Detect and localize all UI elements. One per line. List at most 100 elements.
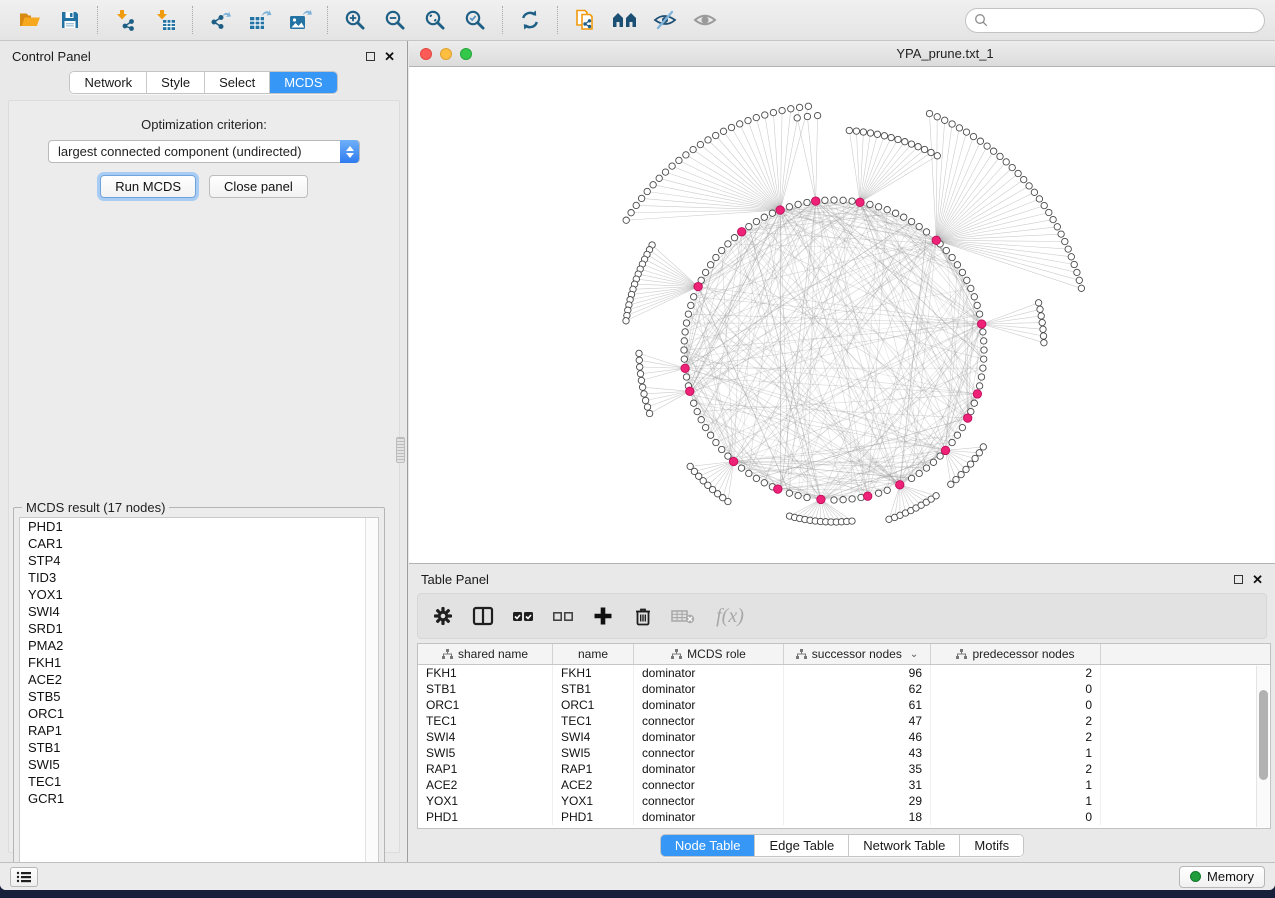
network-node[interactable] [770,109,776,115]
mcds-result-list[interactable]: PHD1CAR1STP4TID3YOX1SWI4SRD1PMA2FKH1ACE2… [19,517,379,873]
network-node[interactable] [1068,254,1074,260]
zoom-fit-icon[interactable] [415,4,455,36]
network-node[interactable] [753,114,759,120]
mcds-result-item[interactable]: PHD1 [20,518,378,535]
tab-style[interactable]: Style [147,72,205,93]
network-node[interactable] [976,450,982,456]
network-node[interactable] [719,247,725,253]
network-node[interactable] [720,128,726,134]
table-row[interactable]: RAP1RAP1dominator352 [418,761,1270,777]
network-node[interactable] [705,137,711,143]
network-node[interactable] [688,302,694,308]
network-node[interactable] [795,201,801,207]
window-maximize-button[interactable] [460,48,472,60]
network-node[interactable] [681,338,687,344]
network-node[interactable] [707,432,713,438]
network-node[interactable] [981,338,987,344]
network-node[interactable] [840,197,846,203]
network-node[interactable] [636,357,642,363]
network-node[interactable] [636,350,642,356]
network-node[interactable] [725,498,731,504]
network-node[interactable] [779,107,785,113]
window-close-button[interactable] [420,48,432,60]
network-node[interactable] [963,129,969,135]
network-node[interactable] [908,218,914,224]
network-node[interactable] [916,223,922,229]
network-hub-node-selected[interactable] [776,206,784,214]
network-node[interactable] [881,133,887,139]
network-node[interactable] [669,163,675,169]
network-node[interactable] [977,138,983,144]
network-hub-node-selected[interactable] [896,481,904,489]
network-hub-node-selected[interactable] [978,320,986,328]
network-node[interactable] [860,129,866,135]
network-node[interactable] [930,459,936,465]
network-node[interactable] [1074,269,1080,275]
network-node[interactable] [953,476,959,482]
network-node[interactable] [628,210,634,216]
network-node[interactable] [786,204,792,210]
network-node[interactable] [942,117,948,123]
export-table-icon[interactable] [240,4,280,36]
network-node[interactable] [1036,196,1042,202]
network-node[interactable] [831,497,837,503]
network-node[interactable] [948,481,954,487]
network-node[interactable] [875,490,881,496]
network-hub-node-selected[interactable] [964,414,972,422]
network-node[interactable] [702,269,708,275]
network-node[interactable] [1065,246,1071,252]
mcds-result-item[interactable]: CAR1 [20,535,378,552]
mcds-result-item[interactable]: RAP1 [20,722,378,739]
network-node[interactable] [676,157,682,163]
network-node[interactable] [949,439,955,445]
network-hub-node-selected[interactable] [681,364,689,372]
network-node[interactable] [1040,333,1046,339]
network-node[interactable] [1035,300,1041,306]
run-mcds-button[interactable]: Run MCDS [100,175,196,198]
network-node[interactable] [1026,183,1032,189]
network-node[interactable] [1054,224,1060,230]
table-row[interactable]: YOX1YOX1connector291 [418,793,1270,809]
mcds-result-item[interactable]: ORC1 [20,705,378,722]
network-node[interactable] [849,518,855,524]
network-node[interactable] [1021,176,1027,182]
export-image-icon[interactable] [280,4,320,36]
network-node[interactable] [976,383,982,389]
network-node[interactable] [707,262,713,268]
mcds-result-item[interactable]: ACE2 [20,671,378,688]
network-node[interactable] [963,466,969,472]
zoom-out-icon[interactable] [375,4,415,36]
network-hub-node-selected[interactable] [738,228,746,236]
network-node[interactable] [638,377,644,383]
network-node[interactable] [981,347,987,353]
network-node[interactable] [934,153,940,159]
network-node[interactable] [1038,313,1044,319]
network-node[interactable] [642,397,648,403]
network-node[interactable] [713,439,719,445]
network-node[interactable] [964,277,970,283]
network-hub-node-selected[interactable] [812,197,820,205]
column-header-MCDS-role[interactable]: MCDS role [634,644,784,664]
tab-motifs[interactable]: Motifs [960,835,1023,856]
network-hub-node-selected[interactable] [694,282,702,290]
network-node[interactable] [814,112,820,118]
network-node[interactable] [650,182,656,188]
table-row[interactable]: ORC1ORC1dominator610 [418,697,1270,713]
network-node[interactable] [831,197,837,203]
network-node[interactable] [874,131,880,137]
network-node[interactable] [682,329,688,335]
network-node[interactable] [1076,277,1082,283]
network-hub-node-selected[interactable] [941,446,949,454]
network-node[interactable] [968,285,974,291]
network-node[interactable] [980,444,986,450]
mcds-result-item[interactable]: SWI4 [20,603,378,620]
network-node[interactable] [637,364,643,370]
network-node[interactable] [737,121,743,127]
column-header-name[interactable]: name [553,644,634,664]
optimization-criterion-select[interactable]: largest connected component (undirected) [48,140,360,163]
network-node[interactable] [769,210,775,216]
network-node[interactable] [954,432,960,438]
network-node[interactable] [902,139,908,145]
network-node[interactable] [971,294,977,300]
network-node[interactable] [980,365,986,371]
